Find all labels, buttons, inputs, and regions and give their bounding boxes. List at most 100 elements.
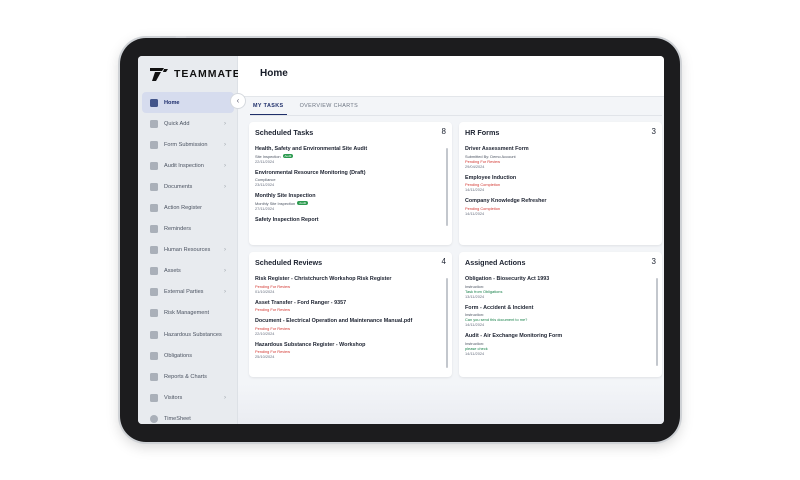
sidebar-item-assets[interactable]: Assets › xyxy=(142,261,234,282)
people-icon xyxy=(150,246,158,255)
item-title: Company Knowledge Refresher xyxy=(465,198,547,204)
sidebar-item-documents[interactable]: Documents › xyxy=(142,176,234,197)
card-body: Risk Register - Christchurch Workshop Ri… xyxy=(255,276,440,365)
sidebar-item-quick-add[interactable]: Quick Add › xyxy=(142,113,234,134)
item-title: Monthly Site Inspection xyxy=(255,193,316,199)
sidebar-item-action-register[interactable]: Action Register xyxy=(142,197,234,218)
brand-name: TEAMMATE xyxy=(174,68,241,80)
sidebar-item-label: Quick Add xyxy=(164,120,190,127)
sidebar-item-label: Visitors xyxy=(164,394,183,401)
sidebar-item-label: Assets xyxy=(164,268,181,275)
chevron-right-icon: › xyxy=(224,162,226,169)
sidebar-item-reports-charts[interactable]: Reports & Charts xyxy=(142,366,234,387)
sidebar-item-human-resources[interactable]: Human Resources › xyxy=(142,240,234,261)
card-body: Health, Safety and Environmental Site Au… xyxy=(255,146,440,229)
chevron-right-icon: › xyxy=(224,120,226,127)
tab-overview-charts[interactable]: OVERVIEW CHARTS xyxy=(297,99,362,115)
list-item[interactable]: Safety Inspection Report xyxy=(255,217,440,223)
scrollbar[interactable] xyxy=(656,278,658,366)
scheduled-tasks-card: Scheduled Tasks 8 Health, Safety and Env… xyxy=(249,122,452,245)
quick-add-icon xyxy=(150,119,158,128)
sidebar-item-label: Action Register xyxy=(164,205,202,212)
hazard-icon xyxy=(150,330,158,339)
hr-forms-card: HR Forms 3 Driver Assessment Form Submit… xyxy=(459,122,662,245)
item-date: 14/11/2024 xyxy=(465,350,485,356)
chevron-right-icon: › xyxy=(224,268,226,275)
item-title: Obligation - Biosecurity Act 1993 xyxy=(465,276,550,282)
collapse-sidebar-button[interactable]: ‹ xyxy=(230,93,246,109)
top-bar: Home xyxy=(238,56,664,97)
status-badge: Audit xyxy=(297,201,309,206)
sidebar-item-external-parties[interactable]: External Parties › xyxy=(142,282,234,303)
assets-icon xyxy=(150,267,158,276)
list-item[interactable]: Risk Register - Christchurch Workshop Ri… xyxy=(255,276,440,294)
item-type-label: Site Inspection xyxy=(255,153,281,159)
sidebar-item-timesheet[interactable]: TimeSheet xyxy=(142,408,234,424)
sidebar-item-hazardous-substances[interactable]: Hazardous Substances xyxy=(142,324,234,345)
list-item[interactable]: Form - Accident & Incident Instruction: … xyxy=(465,305,650,328)
scrollbar[interactable] xyxy=(446,278,448,368)
sidebar-nav: Home Quick Add › Form Submission › Audit I… xyxy=(142,92,234,424)
card-count: 4 xyxy=(441,257,446,266)
item-date: 29/04/2024 xyxy=(465,163,485,169)
sidebar-item-audit-inspection[interactable]: Audit Inspection › xyxy=(142,155,234,176)
sidebar-item-label: Human Resources xyxy=(164,247,211,254)
scrollbar[interactable] xyxy=(446,148,448,226)
list-item[interactable]: Hazardous Substance Register - Workshop … xyxy=(255,342,440,360)
sidebar-item-label: Home xyxy=(164,99,180,106)
item-title: Audit - Air Exchange Monitoring Form xyxy=(465,333,563,339)
sidebar-item-label: Form Submission xyxy=(164,141,208,148)
card-body: Obligation - Biosecurity Act 1993 Instru… xyxy=(465,276,650,362)
list-item[interactable]: Monthly Site Inspection Monthly Site Ins… xyxy=(255,193,440,211)
list-item[interactable]: Obligation - Biosecurity Act 1993 Instru… xyxy=(465,276,650,299)
list-item[interactable]: Asset Transfer - Ford Ranger - 9357 Pend… xyxy=(255,300,440,313)
card-count: 3 xyxy=(651,127,656,136)
item-status: Pending For Review xyxy=(255,307,291,312)
item-title: Document - Electrical Operation and Main… xyxy=(255,318,413,324)
list-item[interactable]: Audit - Air Exchange Monitoring Form Ins… xyxy=(465,333,650,356)
item-date: 23/11/2024 xyxy=(255,182,275,187)
bottom-fade xyxy=(238,384,664,424)
chevron-right-icon: › xyxy=(224,183,226,190)
list-item[interactable]: Company Knowledge Refresher Pending Comp… xyxy=(465,198,650,216)
item-title: Employee Induction xyxy=(465,174,517,181)
item-title: Risk Register - Christchurch Workshop Ri… xyxy=(255,276,392,282)
chart-icon xyxy=(150,372,158,381)
item-date: 01/10/2024 xyxy=(255,288,275,294)
app-screen: TEAMMATE Home Quick Add › Form Submission… xyxy=(138,56,664,424)
item-date: 14/11/2024 xyxy=(465,187,485,192)
list-item[interactable]: Environmental Resource Monitoring (Draft… xyxy=(255,170,440,188)
item-title: Hazardous Substance Register - Workshop xyxy=(255,341,366,348)
sidebar-item-reminders[interactable]: Reminders xyxy=(142,219,234,240)
item-date: 22/10/2024 xyxy=(255,330,275,336)
list-item[interactable]: Driver Assessment Form Submitted By: Dem… xyxy=(465,146,650,169)
sidebar-item-form-submission[interactable]: Form Submission › xyxy=(142,134,234,155)
sidebar-item-home[interactable]: Home xyxy=(142,92,234,114)
sidebar-item-label: Risk Management xyxy=(164,310,210,317)
tablet-top-button-2 xyxy=(186,36,210,38)
sidebar-item-risk-management[interactable]: Risk Management xyxy=(142,303,234,324)
item-title: Form - Accident & Incident xyxy=(465,304,534,311)
item-title: Asset Transfer - Ford Ranger - 9357 xyxy=(255,299,347,306)
obligation-icon xyxy=(150,351,158,360)
list-item[interactable]: Employee Induction Pending Completion 14… xyxy=(465,175,650,193)
item-title: Environmental Resource Monitoring (Draft… xyxy=(255,169,366,176)
list-item[interactable]: Health, Safety and Environmental Site Au… xyxy=(255,146,440,164)
tablet-top-button xyxy=(160,36,176,38)
action-icon xyxy=(150,204,158,213)
assigned-actions-card: Assigned Actions 3 Obligation - Biosecur… xyxy=(459,252,662,377)
brand-logo[interactable]: TEAMMATE xyxy=(150,66,241,82)
sidebar-item-label: Reminders xyxy=(164,226,192,233)
audit-icon xyxy=(150,161,158,170)
item-date: 14/11/2024 xyxy=(465,210,485,216)
sidebar-item-visitors[interactable]: Visitors › xyxy=(142,387,234,408)
sidebar-item-obligations[interactable]: Obligations xyxy=(142,345,234,366)
chevron-left-icon: ‹ xyxy=(236,96,240,105)
card-title: Scheduled Reviews xyxy=(255,258,323,267)
page-title: Home xyxy=(260,68,288,79)
risk-icon xyxy=(150,309,158,318)
tab-my-tasks[interactable]: MY TASKS xyxy=(250,99,287,115)
list-item[interactable]: Document - Electrical Operation and Main… xyxy=(255,318,440,336)
sidebar-item-label: Documents xyxy=(164,183,193,190)
item-title: Health, Safety and Environmental Site Au… xyxy=(255,146,368,152)
